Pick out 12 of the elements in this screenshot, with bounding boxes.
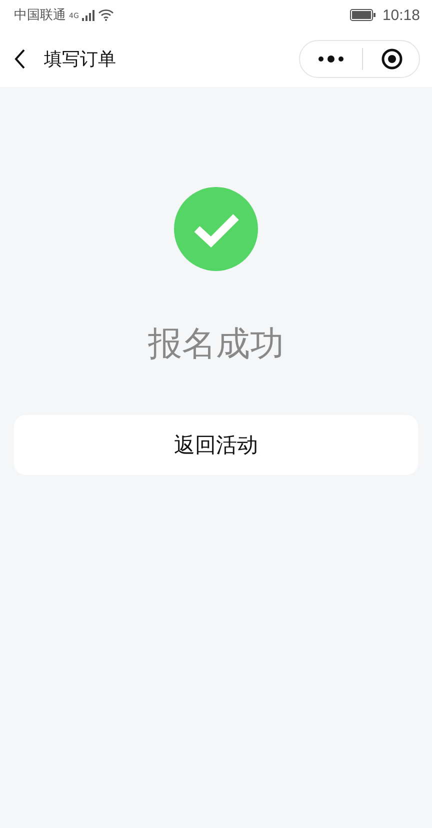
success-check-icon [174, 187, 258, 271]
close-icon[interactable] [381, 48, 403, 70]
clock-time: 10:18 [382, 6, 420, 24]
back-icon[interactable] [14, 48, 26, 68]
more-icon[interactable] [318, 54, 344, 62]
wifi-icon [98, 9, 114, 21]
signal-icon [82, 10, 95, 20]
return-button[interactable]: 返回活动 [14, 415, 418, 475]
battery-icon [350, 9, 376, 21]
page-title: 填写订单 [44, 48, 116, 70]
carrier-name: 中国联通 [14, 7, 66, 24]
result-title: 报名成功 [148, 323, 284, 366]
